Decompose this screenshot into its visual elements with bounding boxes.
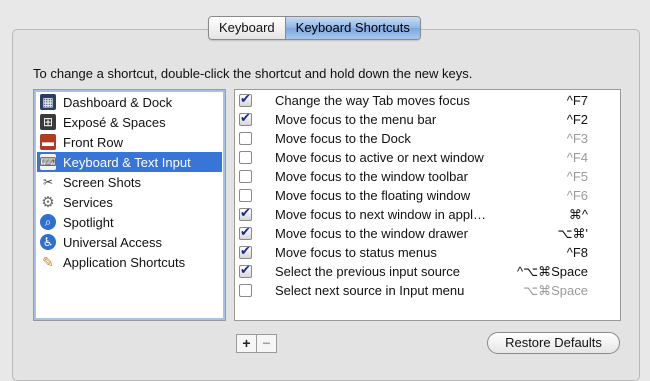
- instruction-text: To change a shortcut, double-click the s…: [33, 66, 473, 81]
- services-gear-icon: ⚙: [41, 194, 55, 211]
- shortcut-checkbox[interactable]: [239, 262, 252, 278]
- category-universal-access[interactable]: ♿ Universal Access: [37, 232, 222, 252]
- shortcut-key[interactable]: ^F7: [567, 93, 588, 108]
- shortcut-checkbox[interactable]: [239, 284, 252, 297]
- shortcut-label: Change the way Tab moves focus: [275, 93, 470, 108]
- tab-keyboard-shortcuts[interactable]: Keyboard Shortcuts: [285, 17, 420, 39]
- category-label: Spotlight: [63, 214, 114, 230]
- shortcut-key[interactable]: ^F3: [567, 131, 588, 146]
- category-spotlight[interactable]: ⌕ Spotlight: [37, 212, 222, 232]
- shortcut-checkbox[interactable]: [239, 91, 252, 107]
- tab-control: Keyboard Keyboard Shortcuts: [208, 16, 421, 40]
- shortcut-label: Move focus to the Dock: [275, 131, 411, 146]
- shortcut-label: Select the previous input source: [275, 264, 460, 279]
- expose-spaces-icon: ⊞: [40, 114, 56, 130]
- shortcut-checkbox[interactable]: [239, 151, 252, 164]
- shortcut-key[interactable]: ^F6: [567, 188, 588, 203]
- add-remove-control: + −: [236, 334, 277, 353]
- shortcut-row[interactable]: Move focus to next window in appl… ⌘^: [235, 205, 620, 224]
- category-keyboard-text-input[interactable]: ⌨ Keyboard & Text Input: [37, 152, 222, 172]
- front-row-icon: ▬: [40, 134, 56, 150]
- screen-shots-icon: ✂: [42, 175, 54, 189]
- shortcut-label: Move focus to status menus: [275, 245, 437, 260]
- shortcut-label: Select next source in Input menu: [275, 283, 465, 298]
- tab-keyboard[interactable]: Keyboard: [209, 17, 286, 39]
- keyboard-text-input-icon: ⌨: [39, 154, 57, 170]
- shortcut-label: Move focus to next window in appl…: [275, 207, 486, 222]
- shortcut-checkbox[interactable]: [239, 189, 252, 202]
- shortcut-key[interactable]: ⌥⌘Space: [523, 283, 588, 299]
- shortcut-row[interactable]: Move focus to status menus ^F8: [235, 243, 620, 262]
- shortcut-key[interactable]: ^F8: [567, 245, 588, 260]
- category-services[interactable]: ⚙ Services: [37, 192, 222, 212]
- shortcut-row[interactable]: Change the way Tab moves focus ^F7: [235, 91, 620, 110]
- restore-defaults-button[interactable]: Restore Defaults: [487, 332, 620, 354]
- shortcut-checkbox[interactable]: [239, 243, 252, 259]
- category-screen-shots[interactable]: ✂ Screen Shots: [37, 172, 222, 192]
- remove-button[interactable]: −: [257, 335, 276, 352]
- shortcut-row[interactable]: Move focus to the menu bar ^F2: [235, 110, 620, 129]
- shortcut-label: Move focus to active or next window: [275, 150, 484, 165]
- shortcut-checkbox[interactable]: [239, 110, 252, 126]
- shortcut-row[interactable]: Move focus to active or next window ^F4: [235, 148, 620, 167]
- shortcut-checkbox[interactable]: [239, 224, 252, 240]
- shortcut-row[interactable]: Select the previous input source ^⌥⌘Spac…: [235, 262, 620, 281]
- shortcut-key[interactable]: ⌥⌘': [558, 226, 588, 242]
- category-label: Screen Shots: [63, 174, 142, 190]
- shortcut-checkbox[interactable]: [239, 205, 252, 221]
- shortcut-label: Move focus to the menu bar: [275, 112, 437, 127]
- category-dashboard-dock[interactable]: ▦ Dashboard & Dock: [37, 92, 222, 112]
- category-label: Exposé & Spaces: [63, 114, 166, 130]
- shortcut-label: Move focus to the window drawer: [275, 226, 468, 241]
- shortcut-row[interactable]: Move focus to the window toolbar ^F5: [235, 167, 620, 186]
- category-label: Keyboard & Text Input: [63, 154, 191, 170]
- shortcut-key[interactable]: ⌘^: [569, 207, 588, 223]
- category-expose-spaces[interactable]: ⊞ Exposé & Spaces: [37, 112, 222, 132]
- shortcut-key[interactable]: ^F2: [567, 112, 588, 127]
- shortcut-label: Move focus to the window toolbar: [275, 169, 468, 184]
- category-front-row[interactable]: ▬ Front Row: [37, 132, 222, 152]
- category-label: Application Shortcuts: [63, 254, 186, 270]
- shortcut-row[interactable]: Move focus to the Dock ^F3: [235, 129, 620, 148]
- spotlight-icon: ⌕: [40, 214, 56, 230]
- add-button[interactable]: +: [237, 335, 257, 352]
- application-shortcuts-icon: ✎: [42, 253, 54, 270]
- shortcut-key[interactable]: ^F5: [567, 169, 588, 184]
- category-label: Front Row: [63, 134, 123, 150]
- shortcut-row[interactable]: Move focus to the window drawer ⌥⌘': [235, 224, 620, 243]
- category-label: Universal Access: [63, 234, 162, 250]
- shortcut-label: Move focus to the floating window: [275, 188, 471, 203]
- category-list[interactable]: ▦ Dashboard & Dock ⊞ Exposé & Spaces ▬ F…: [33, 89, 226, 321]
- shortcut-row[interactable]: Move focus to the floating window ^F6: [235, 186, 620, 205]
- universal-access-icon: ♿: [40, 234, 56, 250]
- shortcut-checkbox[interactable]: [239, 132, 252, 145]
- shortcut-key[interactable]: ^⌥⌘Space: [517, 264, 588, 280]
- shortcuts-table: Change the way Tab moves focus ^F7 Move …: [234, 89, 621, 321]
- category-application-shortcuts[interactable]: ✎ Application Shortcuts: [37, 252, 222, 272]
- category-label: Services: [63, 194, 113, 210]
- shortcut-row[interactable]: Select next source in Input menu ⌥⌘Space: [235, 281, 620, 300]
- shortcut-key[interactable]: ^F4: [567, 150, 588, 165]
- shortcut-checkbox[interactable]: [239, 170, 252, 183]
- category-label: Dashboard & Dock: [63, 94, 173, 110]
- dashboard-dock-icon: ▦: [40, 94, 56, 110]
